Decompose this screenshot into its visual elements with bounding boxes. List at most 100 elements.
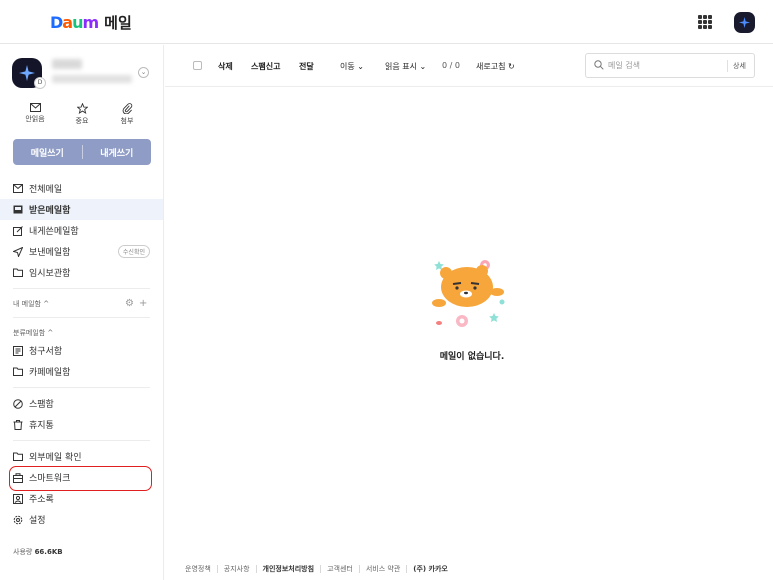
folder-cafe[interactable]: 카페메일함 <box>0 361 163 382</box>
highlight-box <box>9 466 152 491</box>
footer-link-policy[interactable]: 운영정책 <box>185 564 211 574</box>
envelope-icon <box>29 103 41 112</box>
sparkle-icon <box>19 65 35 81</box>
daum-logo-icon: Daum <box>50 13 99 32</box>
search-detail-button[interactable]: 상세 <box>733 61 746 71</box>
quick-unread-button[interactable]: 안읽음 <box>15 103 55 124</box>
divider <box>13 317 150 318</box>
my-mailbox-tools: ⚙ + <box>125 298 147 309</box>
contacts-icon <box>13 493 23 504</box>
search-input[interactable] <box>608 58 718 73</box>
settings-gear-icon[interactable]: ⚙ <box>125 298 134 309</box>
folder-label: 스팸함 <box>29 400 54 410</box>
category-mailbox-toggle[interactable]: 분류메일함 ^ <box>13 328 53 338</box>
folder-sent[interactable]: 보낸메일함 수신확인 <box>0 241 163 262</box>
nav-label: 설정 <box>29 516 46 526</box>
empty-message: 메일이 없습니다. <box>439 352 505 362</box>
folder-inbox[interactable]: 받은메일함 <box>0 199 163 220</box>
storage-usage: 사용량 66.6KB <box>13 547 63 557</box>
footer-separator <box>216 565 218 573</box>
write-mail-button[interactable]: 메일쓰기 <box>13 146 82 159</box>
folder-drafts[interactable]: 임시보관함 <box>0 262 163 283</box>
footer-link-terms[interactable]: 서비스 약관 <box>366 564 400 574</box>
select-all-checkbox[interactable] <box>193 61 202 70</box>
divider <box>13 387 150 388</box>
divider <box>13 440 150 441</box>
daum-mail-logo[interactable]: Daum 메일 <box>50 12 132 33</box>
top-bar: Daum 메일 <box>0 0 773 44</box>
storage-value: 66.6KB <box>34 548 63 556</box>
app-title: 메일 <box>104 14 132 32</box>
profile-toggle-button[interactable]: ⌄ <box>138 67 149 78</box>
folder-spam[interactable]: 스팸함 <box>0 393 163 414</box>
footer-company[interactable]: (주) 카카오 <box>413 564 448 574</box>
quick-attach-label: 첨부 <box>120 117 134 125</box>
settings[interactable]: 설정 <box>0 509 163 530</box>
mark-read-dropdown[interactable]: 읽음 표시 ⌄ <box>385 61 426 72</box>
footer-separator <box>406 565 408 573</box>
add-folder-icon[interactable]: + <box>139 298 147 309</box>
edit-note-icon <box>13 225 23 236</box>
quick-attach-button[interactable]: 첨부 <box>107 103 147 126</box>
block-icon <box>13 398 23 409</box>
account-avatar[interactable] <box>734 12 755 33</box>
folder-bills[interactable]: 청구서함 <box>0 340 163 361</box>
profile-email-blurred <box>52 75 132 83</box>
address-book[interactable]: 주소록 <box>0 488 163 509</box>
my-mailbox-toggle[interactable]: 내 메일함 ^ <box>13 299 49 309</box>
mail-count: 0 / 0 <box>442 61 460 70</box>
delete-button[interactable]: 삭제 <box>218 61 233 72</box>
star-icon <box>76 103 88 114</box>
quick-unread-label: 안읽음 <box>25 115 45 123</box>
search-box: 상세 <box>585 53 755 78</box>
folder-icon <box>13 367 23 376</box>
empty-illustration <box>425 257 515 341</box>
folder-to-self[interactable]: 내게쓴메일함 <box>0 220 163 241</box>
folder-label: 임시보관함 <box>29 269 71 279</box>
footer-link-support[interactable]: 고객센터 <box>327 564 353 574</box>
send-icon <box>13 246 23 257</box>
paperclip-icon <box>122 103 132 114</box>
trash-icon <box>13 419 23 430</box>
move-dropdown[interactable]: 이동 ⌄ <box>340 61 364 72</box>
folder-all-mail[interactable]: 전체메일 <box>0 178 163 199</box>
footer-link-notice[interactable]: 공지사항 <box>224 564 250 574</box>
compose-buttons: 메일쓰기 내게쓰기 <box>13 139 151 165</box>
read-receipt-button[interactable]: 수신확인 <box>117 245 150 258</box>
divider <box>13 288 150 289</box>
folder-label: 카페메일함 <box>29 368 71 378</box>
sparkle-icon <box>739 17 750 28</box>
footer-link-privacy[interactable]: 개인정보처리방침 <box>263 564 315 574</box>
envelope-icon <box>13 184 23 193</box>
profile-name-blurred <box>52 59 82 69</box>
footer-separator <box>320 565 322 573</box>
folder-trash[interactable]: 휴지통 <box>0 414 163 435</box>
storage-label: 사용량 <box>13 548 33 556</box>
ryan-character-icon <box>432 260 505 327</box>
app-grid-icon[interactable] <box>698 15 712 29</box>
search-icon <box>594 60 604 70</box>
profile-badge: D <box>34 77 46 89</box>
folder-label: 받은메일함 <box>29 206 71 216</box>
folder-label: 보낸메일함 <box>29 248 71 258</box>
footer-separator <box>255 565 257 573</box>
write-to-self-button[interactable]: 내게쓰기 <box>83 146 152 159</box>
report-spam-button[interactable]: 스팸신고 <box>251 61 280 72</box>
folder-icon <box>13 452 23 461</box>
mail-toolbar: 삭제 스팸신고 전달 이동 ⌄ 읽음 표시 ⌄ 0 / 0 새로고침 ↻ 상세 <box>165 45 773 87</box>
nav-label: 주소록 <box>29 495 54 505</box>
folder-icon <box>13 268 23 277</box>
folder-label: 휴지통 <box>29 421 54 431</box>
quick-starred-button[interactable]: 중요 <box>62 103 102 126</box>
external-mail-check[interactable]: 외부메일 확인 <box>0 446 163 467</box>
forward-button[interactable]: 전달 <box>299 61 314 72</box>
nav-label: 외부메일 확인 <box>29 453 82 463</box>
folder-label: 전체메일 <box>29 185 63 195</box>
footer-separator <box>358 565 360 573</box>
quick-starred-label: 중요 <box>75 117 89 125</box>
folder-label: 내게쓴메일함 <box>29 227 79 237</box>
receipt-icon <box>13 345 23 356</box>
gear-icon <box>13 515 23 524</box>
refresh-button[interactable]: 새로고침 ↻ <box>476 61 515 72</box>
footer: 운영정책 공지사항 개인정보처리방침 고객센터 서비스 약관 (주) 카카오 <box>185 564 448 574</box>
